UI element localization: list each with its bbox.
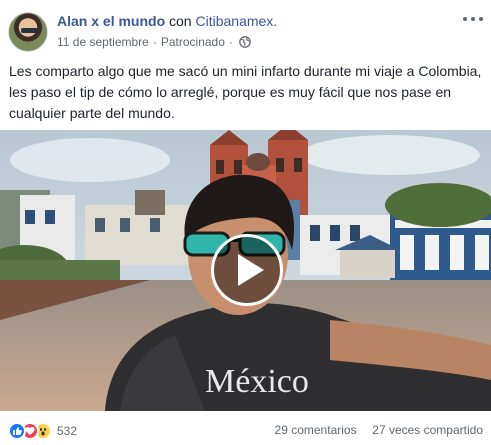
play-icon[interactable]	[211, 234, 283, 306]
shares-link[interactable]: 27 veces compartido	[372, 423, 483, 437]
with-word: con	[169, 13, 192, 29]
more-options-dot	[471, 17, 475, 21]
like-reaction-icon	[8, 422, 26, 440]
avatar-glasses	[21, 28, 38, 33]
post-footer: 532 29 comentarios 27 veces compartido	[8, 420, 483, 442]
meta-separator-2: ·	[228, 35, 233, 49]
author-avatar[interactable]	[8, 12, 48, 52]
post-header: Alan x el mundo con Citibanamex. 11 de s…	[8, 10, 483, 52]
post-meta: 11 de septiembre · Patrocinado ·	[57, 35, 251, 49]
shirt-text: México	[205, 363, 309, 400]
post-text: Les comparto algo que me sacó un mini in…	[9, 63, 482, 121]
more-options-icon[interactable]	[463, 13, 483, 25]
reaction-summary[interactable]: 532	[8, 422, 77, 440]
author-name-link[interactable]: Alan x el mundo	[57, 13, 165, 29]
comments-link[interactable]: 29 comentarios	[275, 423, 357, 437]
meta-separator: ·	[152, 35, 157, 49]
author-line: Alan x el mundo con Citibanamex.	[57, 13, 277, 29]
more-options-dot	[463, 17, 467, 21]
brand-link[interactable]: Citibanamex.	[195, 13, 277, 29]
sponsored-post: Alan x el mundo con Citibanamex. 11 de s…	[0, 0, 491, 445]
more-options-dot	[479, 17, 483, 21]
sponsored-label[interactable]: Patrocinado	[161, 35, 225, 49]
engagement-stats: 29 comentarios 27 veces compartido	[275, 423, 483, 437]
globe-icon[interactable]	[239, 36, 251, 48]
video-thumbnail[interactable]: México	[0, 130, 491, 411]
reaction-count[interactable]: 532	[57, 424, 77, 438]
post-date[interactable]: 11 de septiembre	[57, 35, 149, 49]
